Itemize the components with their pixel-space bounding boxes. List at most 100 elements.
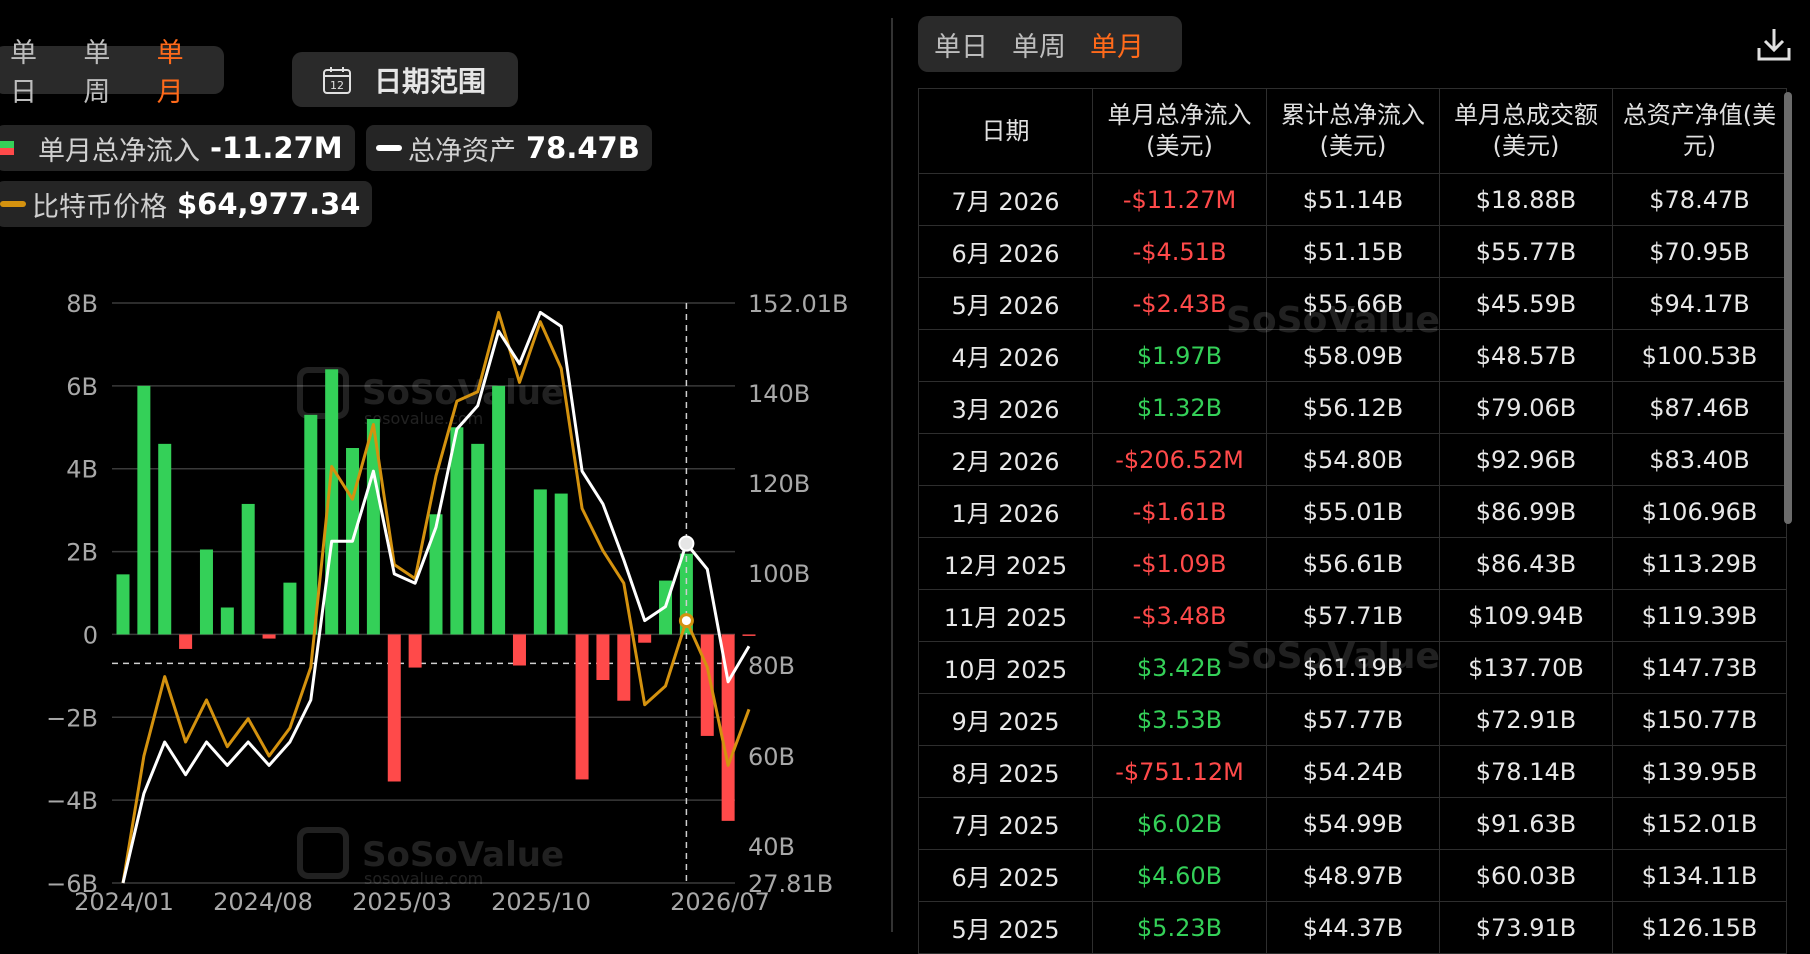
table-cell: $57.71B bbox=[1266, 589, 1440, 642]
flow-bar bbox=[575, 634, 589, 780]
table-cell: $18.88B bbox=[1439, 173, 1613, 226]
download-icon[interactable] bbox=[1756, 26, 1792, 62]
table-cell: 10月 2025 bbox=[918, 641, 1093, 694]
flow-bar bbox=[179, 634, 193, 649]
table-cell: $1.32B bbox=[1092, 381, 1267, 434]
y-right-tick-label: 60B bbox=[748, 743, 795, 771]
table-cell: $60.03B bbox=[1439, 849, 1613, 902]
table-cell: $54.24B bbox=[1266, 745, 1440, 798]
table-cell: $147.73B bbox=[1612, 641, 1787, 694]
flow-bar bbox=[199, 549, 213, 635]
table-cell: $70.95B bbox=[1612, 225, 1787, 278]
table-cell: 1月 2026 bbox=[918, 485, 1093, 538]
y-left-tick-label: −2B bbox=[46, 704, 98, 732]
table-cell: -$751.12M bbox=[1092, 745, 1267, 798]
watermark-logo-icon-2 bbox=[297, 827, 349, 879]
table-cell: 3月 2026 bbox=[918, 381, 1093, 434]
btc-price-hover-marker bbox=[678, 613, 694, 629]
table-cell: $119.39B bbox=[1612, 589, 1787, 642]
table-watermark-2: SoSoValue bbox=[1226, 636, 1440, 677]
table-cell: $94.17B bbox=[1612, 277, 1787, 330]
watermark-url-2: sosovalue.com bbox=[364, 869, 483, 888]
table-cell: $139.95B bbox=[1612, 745, 1787, 798]
table-row[interactable]: 5月 2025 $5.23B $44.37B $73.91B $126.15B bbox=[918, 901, 1787, 954]
watermark-brand: SoSoValue bbox=[362, 373, 564, 413]
table-cell: -$1.61B bbox=[1092, 485, 1267, 538]
y-right-tick-label: 80B bbox=[748, 652, 795, 680]
table-cell: $83.40B bbox=[1612, 433, 1787, 486]
table-row[interactable]: 1月 2026 -$1.61B $55.01B $86.99B $106.96B bbox=[918, 485, 1787, 538]
right-tab-month[interactable]: 单月 bbox=[1082, 25, 1160, 64]
table-cell: $150.77B bbox=[1612, 693, 1787, 746]
table-cell: -$4.51B bbox=[1092, 225, 1267, 278]
y-left-tick-label: 2B bbox=[66, 539, 98, 567]
table-cell: $86.43B bbox=[1439, 537, 1613, 590]
table-cell: $54.80B bbox=[1266, 433, 1440, 486]
x-tick-label: 2024/08 bbox=[213, 888, 313, 916]
table-row[interactable]: 12月 2025 -$1.09B $56.61B $86.43B $113.29B bbox=[918, 537, 1787, 590]
table-cell: $91.63B bbox=[1439, 797, 1613, 850]
table-row[interactable]: 8月 2025 -$751.12M $54.24B $78.14B $139.95B bbox=[918, 745, 1787, 798]
table-watermark-brand: SoSoValue bbox=[1226, 300, 1440, 341]
table-cell: $113.29B bbox=[1612, 537, 1787, 590]
left-panel: 单日 单周 单月 12 日期范围 单月总净流入 -11.27M 总净资产 78.… bbox=[0, 0, 892, 938]
y-right-tick-label: 100B bbox=[748, 560, 810, 588]
table-row[interactable]: 7月 2025 $6.02B $54.99B $91.63B $152.01B bbox=[918, 797, 1787, 850]
table-cell: $3.53B bbox=[1092, 693, 1267, 746]
table-cell: $78.47B bbox=[1612, 173, 1787, 226]
flow-bar bbox=[617, 634, 631, 701]
table-cell: 5月 2026 bbox=[918, 277, 1093, 330]
flow-bar bbox=[241, 503, 255, 635]
y-right-tick-label: 120B bbox=[748, 470, 810, 498]
y-right-tick-label: 40B bbox=[748, 833, 795, 861]
table-header-1: 单月总净流入 (美元) bbox=[1092, 88, 1267, 174]
table-cell: $44.37B bbox=[1266, 901, 1440, 954]
right-tab-week[interactable]: 单周 bbox=[1004, 25, 1082, 64]
table-body: 7月 2026 -$11.27M $51.14B $18.88B $78.47B 6月 2… bbox=[918, 173, 1787, 954]
table-cell: 12月 2025 bbox=[918, 537, 1093, 590]
x-tick-label: 2024/01 bbox=[74, 888, 174, 916]
table-cell: $48.57B bbox=[1439, 329, 1613, 382]
flow-bar bbox=[596, 634, 610, 680]
flow-bar bbox=[554, 493, 568, 635]
y-right-tick-label: 140B bbox=[748, 380, 810, 408]
table-scrollbar[interactable] bbox=[1784, 92, 1792, 524]
table-cell: 4月 2026 bbox=[918, 329, 1093, 382]
table-header-row: 日期 单月总净流入 (美元) 累计总净流入 (美元) 单月总成交额 (美元) 总资产净值(美元… bbox=[918, 88, 1787, 174]
right-tab-day[interactable]: 单日 bbox=[918, 25, 1004, 64]
table-cell: $87.46B bbox=[1612, 381, 1787, 434]
table-cell: $54.99B bbox=[1266, 797, 1440, 850]
table-row[interactable]: 7月 2026 -$11.27M $51.14B $18.88B $78.47B bbox=[918, 173, 1787, 226]
flow-bar bbox=[262, 634, 276, 639]
monthly-flow-table: 日期 单月总净流入 (美元) 累计总净流入 (美元) 单月总成交额 (美元) 总资产净值(美元… bbox=[918, 88, 1787, 954]
flow-bar bbox=[450, 427, 464, 635]
x-tick-label: 2025/03 bbox=[352, 888, 452, 916]
table-cell: $56.12B bbox=[1266, 381, 1440, 434]
net-assets-hover-marker bbox=[678, 535, 695, 552]
table-cell: $55.77B bbox=[1439, 225, 1613, 278]
table-cell: $79.06B bbox=[1439, 381, 1613, 434]
table-cell: $4.60B bbox=[1092, 849, 1267, 902]
table-cell: $109.94B bbox=[1439, 589, 1613, 642]
table-cell: $134.11B bbox=[1612, 849, 1787, 902]
etf-flow-chart: SoSoValue sosovalue.com SoSoValue sosova… bbox=[46, 290, 848, 916]
flow-bar bbox=[512, 634, 526, 666]
table-watermark: SoSoValue bbox=[1226, 300, 1440, 341]
table-header-3: 单月总成交额 (美元) bbox=[1439, 88, 1613, 174]
table-cell: 11月 2025 bbox=[918, 589, 1093, 642]
table-row[interactable]: 3月 2026 $1.32B $56.12B $79.06B $87.46B bbox=[918, 381, 1787, 434]
table-row[interactable]: 6月 2025 $4.60B $48.97B $60.03B $134.11B bbox=[918, 849, 1787, 902]
flow-bar bbox=[283, 582, 297, 635]
table-row[interactable]: 11月 2025 -$3.48B $57.71B $109.94B $119.39B bbox=[918, 589, 1787, 642]
table-row[interactable]: 9月 2025 $3.53B $57.77B $72.91B $150.77B bbox=[918, 693, 1787, 746]
table-row[interactable]: 2月 2026 -$206.52M $54.80B $92.96B $83.40B bbox=[918, 433, 1787, 486]
table-header-2: 累计总净流入 (美元) bbox=[1266, 88, 1440, 174]
table-cell: $126.15B bbox=[1612, 901, 1787, 954]
table-row[interactable]: 6月 2026 -$4.51B $51.15B $55.77B $70.95B bbox=[918, 225, 1787, 278]
table-cell: -$11.27M bbox=[1092, 173, 1267, 226]
flow-bar bbox=[116, 574, 130, 635]
y-left-tick-label: 4B bbox=[66, 456, 98, 484]
table-cell: $92.96B bbox=[1439, 433, 1613, 486]
table-cell: $48.97B bbox=[1266, 849, 1440, 902]
table-cell: -$1.09B bbox=[1092, 537, 1267, 590]
